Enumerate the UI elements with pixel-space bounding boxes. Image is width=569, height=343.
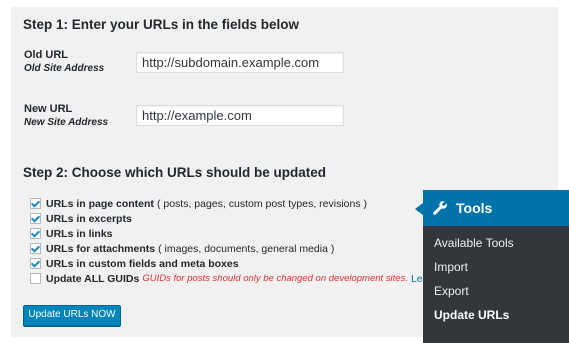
old-url-sublabel: Old Site Address	[24, 63, 105, 74]
option-desc: ( posts, pages, custom post types, revis…	[156, 197, 368, 210]
option-excerpts[interactable]: URLs in excerpts	[30, 212, 132, 225]
option-label: URLs for attachments	[46, 242, 156, 255]
option-label: URLs in excerpts	[46, 212, 132, 225]
checkbox-custom-fields[interactable]	[30, 258, 41, 269]
option-attachments[interactable]: URLs for attachments ( images, documents…	[30, 242, 334, 255]
option-custom-fields[interactable]: URLs in custom fields and meta boxes	[30, 257, 239, 270]
new-url-label-text: New URL	[24, 103, 73, 115]
option-guids[interactable]: Update ALL GUIDs GUIDs for posts should …	[30, 272, 423, 285]
guid-warning: GUIDs for posts should only be changed o…	[142, 273, 408, 284]
step2-title: Step 2: Choose which URLs should be upda…	[23, 165, 327, 180]
checkbox-page-content[interactable]	[30, 198, 41, 209]
checkbox-links[interactable]	[30, 228, 41, 239]
checkbox-guids[interactable]	[30, 273, 41, 284]
new-url-input[interactable]: http://example.com	[136, 105, 344, 126]
step1-title: Step 1: Enter your URLs in the fields be…	[23, 17, 300, 32]
menu-item-export[interactable]: Export	[434, 284, 469, 298]
tools-menu: Tools Available Tools Import Export Upda…	[415, 190, 569, 343]
tools-menu-title: Tools	[456, 200, 493, 216]
menu-item-import[interactable]: Import	[434, 260, 468, 274]
option-page-content[interactable]: URLs in page content ( posts, pages, cus…	[30, 197, 367, 210]
new-url-label: New URL New Site Address	[24, 103, 108, 129]
checkbox-attachments[interactable]	[30, 243, 41, 254]
tools-menu-header[interactable]: Tools	[415, 190, 569, 226]
old-url-input[interactable]: http://subdomain.example.com	[136, 52, 344, 73]
option-desc: ( images, documents, general media )	[158, 242, 335, 255]
old-url-label-text: Old URL	[24, 49, 68, 61]
old-url-label: Old URL Old Site Address	[24, 49, 104, 75]
option-label: URLs in page content	[46, 197, 154, 210]
wrench-icon	[433, 201, 447, 215]
menu-item-update-urls[interactable]: Update URLs	[434, 308, 509, 322]
checkbox-excerpts[interactable]	[30, 213, 41, 224]
update-urls-button[interactable]: Update URLs NOW	[23, 305, 121, 326]
option-label: URLs in custom fields and meta boxes	[46, 257, 239, 270]
learn-more-link[interactable]: Le	[411, 273, 423, 285]
option-links[interactable]: URLs in links	[30, 227, 113, 240]
menu-item-available-tools[interactable]: Available Tools	[434, 236, 514, 250]
option-label: URLs in links	[46, 227, 113, 240]
option-label: Update ALL GUIDs	[46, 272, 140, 285]
new-url-sublabel: New Site Address	[24, 117, 109, 128]
